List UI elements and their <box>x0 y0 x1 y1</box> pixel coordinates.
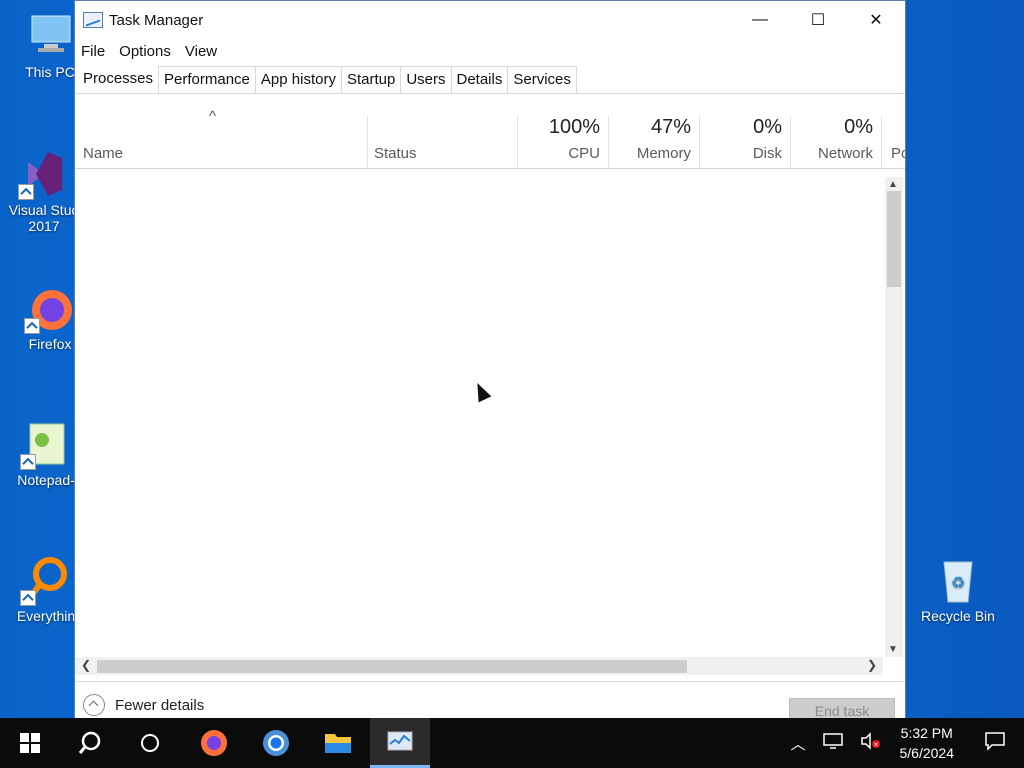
shortcut-arrow-icon <box>24 318 40 334</box>
horizontal-scrollbar[interactable]: ❮ ❯ <box>75 657 883 675</box>
desktop-icon-label: Visual Stud 2017 <box>8 202 80 234</box>
close-button[interactable]: ✕ <box>847 1 905 39</box>
title-bar[interactable]: Task Manager — ☐ ✕ <box>75 1 905 39</box>
firefox-icon <box>201 730 227 756</box>
column-power[interactable]: Po <box>881 94 905 168</box>
svg-text:♻: ♻ <box>951 573 965 592</box>
menu-view[interactable]: View <box>185 43 217 60</box>
horizontal-scroll-thumb[interactable] <box>97 660 687 673</box>
vertical-scrollbar[interactable]: ▲ ▼ <box>885 177 903 657</box>
chrome-icon <box>263 730 289 756</box>
cpu-usage-value: 100% <box>548 116 600 138</box>
column-memory[interactable]: 47% Memory <box>608 94 699 168</box>
network-icon[interactable] <box>822 732 844 754</box>
maximize-button[interactable]: ☐ <box>789 1 847 39</box>
tab-strip: Processes Performance App history Startu… <box>75 63 905 94</box>
chevron-up-icon <box>83 694 105 716</box>
folder-icon <box>325 734 351 753</box>
tab-app-history[interactable]: App history <box>254 66 342 93</box>
column-name[interactable]: ^ Name <box>75 94 367 168</box>
taskbar-task-manager[interactable] <box>370 718 430 768</box>
search-button[interactable] <box>60 718 120 768</box>
minimize-button[interactable]: — <box>731 1 789 39</box>
sort-ascending-icon: ^ <box>209 108 217 125</box>
taskbar: ︿ × 5:32 PM 5/6/2024 <box>0 718 1024 768</box>
volume-muted-icon[interactable]: × <box>860 732 882 754</box>
task-manager-window: Task Manager — ☐ ✕ File Options View Pro… <box>74 0 906 724</box>
taskbar-file-explorer[interactable] <box>308 718 368 768</box>
computer-icon <box>24 10 76 62</box>
vertical-scroll-thumb[interactable] <box>887 191 901 287</box>
taskbar-clock[interactable]: 5:32 PM 5/6/2024 <box>900 723 955 763</box>
everything-search-icon <box>20 554 72 606</box>
shortcut-arrow-icon <box>20 454 36 470</box>
notification-center-icon[interactable] <box>984 731 1006 755</box>
taskbar-chrome[interactable] <box>246 718 306 768</box>
task-manager-icon <box>83 12 103 28</box>
task-view-button[interactable] <box>120 718 180 768</box>
search-icon <box>78 731 101 754</box>
scroll-up-icon[interactable]: ▲ <box>888 179 898 190</box>
column-disk[interactable]: 0% Disk <box>699 94 790 168</box>
window-footer: Fewer details End task <box>75 681 905 724</box>
shortcut-arrow-icon <box>18 184 34 200</box>
clock-date: 5/6/2024 <box>899 745 955 761</box>
column-network[interactable]: 0% Network <box>790 94 881 168</box>
menu-file[interactable]: File <box>81 43 105 60</box>
fewer-details-button[interactable]: Fewer details <box>83 694 204 716</box>
window-title: Task Manager <box>109 11 204 29</box>
scroll-down-icon[interactable]: ▼ <box>888 644 898 655</box>
column-status[interactable]: Status <box>367 94 517 168</box>
taskbar-firefox[interactable] <box>184 718 244 768</box>
network-usage-value: 0% <box>844 116 873 138</box>
start-button[interactable] <box>0 718 60 768</box>
memory-usage-value: 47% <box>650 116 691 138</box>
svg-text:×: × <box>873 741 879 749</box>
desktop-icon-recycle-bin[interactable]: ♻ Recycle Bin <box>918 554 998 624</box>
scroll-right-icon[interactable]: ❯ <box>867 658 877 672</box>
visual-studio-icon <box>18 148 70 200</box>
menu-options[interactable]: Options <box>119 43 171 60</box>
tab-users[interactable]: Users <box>400 66 452 93</box>
notepad-plus-plus-icon <box>20 418 72 470</box>
clock-time: 5:32 PM <box>900 725 953 741</box>
shortcut-arrow-icon <box>20 590 36 606</box>
show-hidden-icons-chevron-icon[interactable]: ︿ <box>790 733 805 754</box>
tab-processes[interactable]: Processes <box>77 65 160 93</box>
process-table-header: ^ Name Status 100% CPU 47% Memory 0% Dis… <box>75 94 905 169</box>
recycle-bin-icon: ♻ <box>932 554 984 606</box>
column-cpu[interactable]: 100% CPU <box>517 94 608 168</box>
task-manager-icon <box>387 731 413 750</box>
menu-bar: File Options View <box>75 39 905 63</box>
tab-services[interactable]: Services <box>507 66 577 93</box>
tab-performance[interactable]: Performance <box>158 66 256 93</box>
desktop-icon-label: Recycle Bin <box>921 608 995 624</box>
tab-details[interactable]: Details <box>450 66 509 93</box>
system-tray: ︿ × 5:32 PM 5/6/2024 <box>782 718 1024 768</box>
disk-usage-value: 0% <box>753 116 782 138</box>
scroll-left-icon[interactable]: ❮ <box>81 658 91 672</box>
desktop-icon-visual-studio[interactable]: Visual Stud 2017 <box>4 148 84 234</box>
firefox-icon <box>24 282 76 334</box>
windows-logo-icon <box>20 733 40 753</box>
cortana-circle-icon <box>141 734 159 752</box>
tab-startup[interactable]: Startup <box>340 66 402 93</box>
process-list[interactable] <box>75 177 885 657</box>
